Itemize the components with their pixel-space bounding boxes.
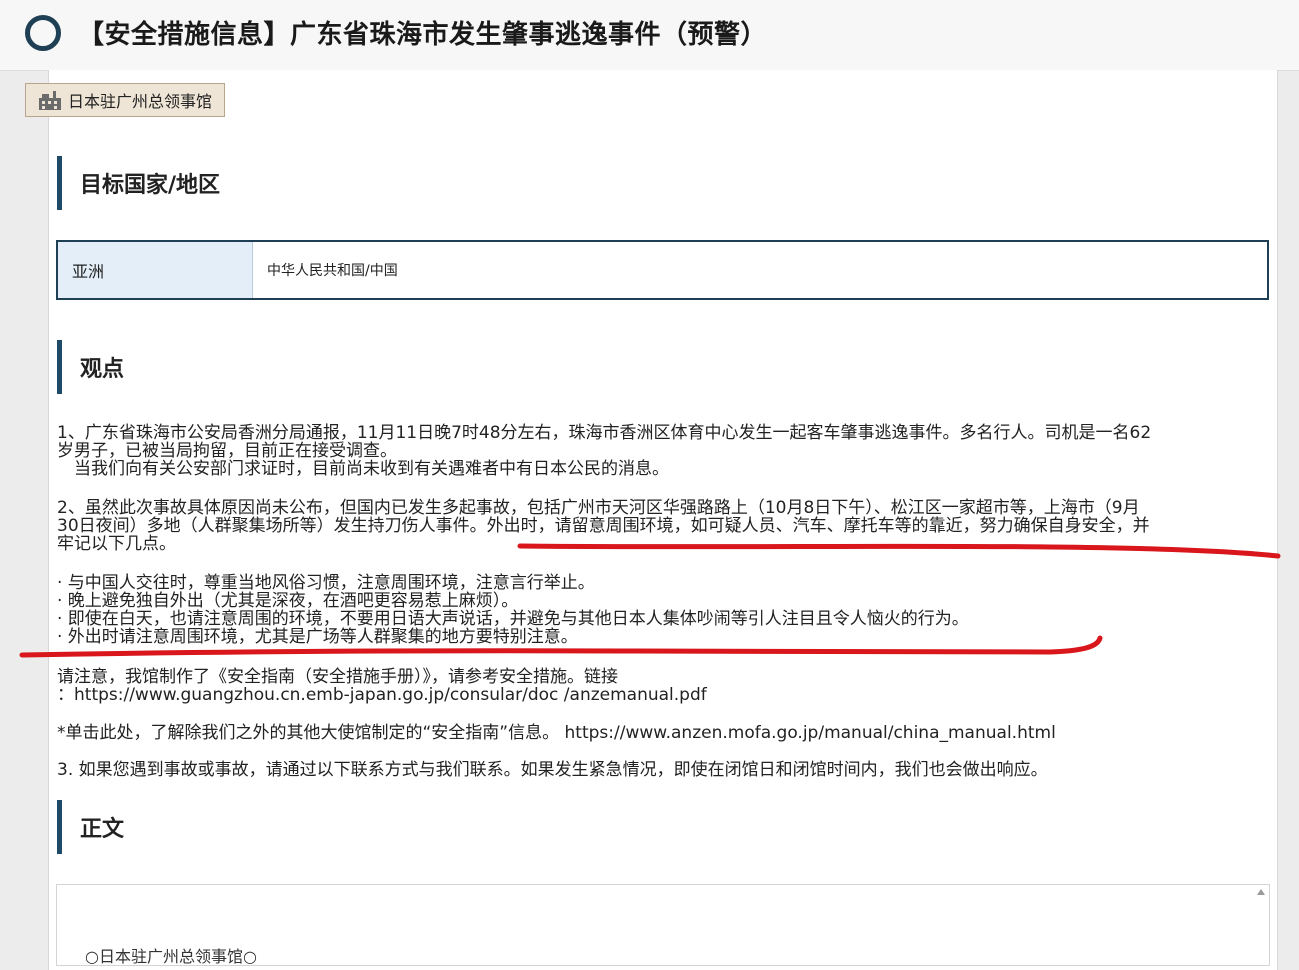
paragraph-line: 1、广东省珠海市公安局香洲分局通报，11月11日晚7时48分左右，珠海市香洲区体… — [57, 423, 1152, 443]
bullet-list: · 与中国人交往时，尊重当地风俗习惯，注意周围环境，注意言行举止。 · 晚上避免… — [57, 574, 1262, 646]
heading-target-region: 目标国家/地区 — [57, 156, 220, 210]
paragraph-line: 2、虽然此次事故具体原因尚未公布，但国内已发生多起事故，包括广州市天河区华强路路… — [57, 498, 1140, 518]
other-manual-paragraph[interactable]: *单击此处，了解除我们之外的其他大使馆制定的“安全指南”信息。 https://… — [57, 724, 1262, 742]
paragraph-line: 3. 如果您遇到事故或事故，请通过以下联系方式与我们联系。如果发生紧急情况，即使… — [57, 760, 1048, 780]
heading-viewpoint: 观点 — [57, 340, 124, 394]
bullet-item: · 即使在白天，也请注意周围的环境，不要用日语大声说话，并避免与其他日本人集体吵… — [57, 609, 969, 629]
bullet-item: · 外出时请注意周围环境，尤其是广场等人群聚集的地方要特别注意。 — [57, 627, 578, 647]
paragraph-line: 牢记以下几点。 — [57, 534, 176, 554]
bullet-item: · 晚上避免独自外出（尤其是深夜，在酒吧更容易惹上麻烦）。 — [57, 591, 519, 611]
building-icon — [39, 91, 61, 110]
issuer-label: 日本驻广州总领事馆 — [68, 92, 213, 111]
bullet-item: · 与中国人交往时，尊重当地风俗习惯，注意周围环境，注意言行举止。 — [57, 573, 595, 593]
paragraph-line: 岁男子，已被当局拘留，目前正在接受调查。 — [57, 441, 397, 461]
paragraph-line: 请注意，我馆制作了《安全指南（安全措施手册）》，请参考安全措施。链接 — [57, 667, 618, 687]
region-area: 亚洲 — [58, 242, 253, 298]
page-title: 【安全措施信息】广东省珠海市发生肇事逃逸事件（预警） — [78, 20, 768, 50]
paragraph-1: 1、广东省珠海市公安局香洲分局通报，11月11日晚7时48分左右，珠海市香洲区体… — [57, 424, 1262, 478]
manual-paragraph: 请注意，我馆制作了《安全指南（安全措施手册）》，请参考安全措施。链接 ：http… — [57, 668, 1262, 704]
paragraph-line: 当我们向有关公安部门求证时，目前尚未收到有关遇难者中有日本公民的消息。 — [57, 459, 669, 479]
paragraph-3: 3. 如果您遇到事故或事故，请通过以下联系方式与我们联系。如果发生紧急情况，即使… — [57, 761, 1262, 779]
body-preview: ○日本驻广州总领事馆○ — [85, 947, 257, 966]
region-table: 亚洲 中华人民共和国/中国 — [56, 240, 1269, 300]
circle-ring-icon — [25, 15, 61, 51]
heading-body: 正文 — [57, 800, 124, 854]
paragraph-2: 2、虽然此次事故具体原因尚未公布，但国内已发生多起事故，包括广州市天河区华强路路… — [57, 499, 1262, 553]
title-bar: 【安全措施信息】广东省珠海市发生肇事逃逸事件（预警） — [0, 0, 1299, 71]
paragraph-line: 30日夜间）多地（人群聚集场所等）发生持刀伤人事件。外出时，请留意周围环境，如可… — [57, 516, 1150, 536]
region-country: 中华人民共和国/中国 — [267, 263, 398, 279]
manual-link[interactable]: ：https://www.guangzhou.cn.emb-japan.go.j… — [57, 686, 1262, 704]
issuer-tag[interactable]: 日本驻广州总领事馆 — [25, 83, 226, 117]
scroll-up-arrow-icon[interactable] — [1257, 889, 1265, 895]
other-manual-link[interactable]: *单击此处，了解除我们之外的其他大使馆制定的“安全指南”信息。 https://… — [57, 724, 1262, 742]
